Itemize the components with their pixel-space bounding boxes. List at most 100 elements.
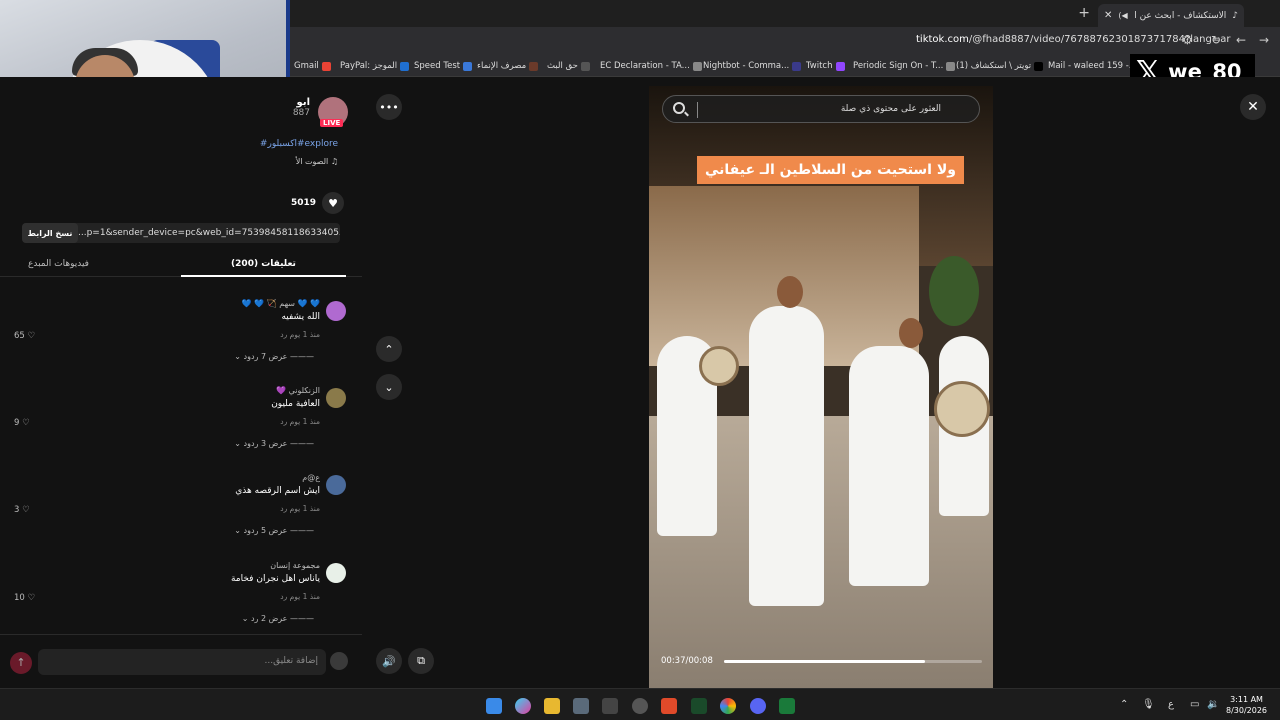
bookmark-item[interactable]: PayPal: الموجز [340, 61, 410, 71]
share-link-row: نسخ الرابط ...p=1&sender_device=pc&web_i… [22, 223, 340, 243]
sound-name: الصوت الأ [295, 157, 329, 166]
close-icon[interactable]: ✕ [1240, 94, 1266, 120]
comment-meta[interactable]: منذ 1 يوم رد [280, 592, 320, 601]
chrome-icon[interactable] [720, 698, 736, 714]
tab-close-icon[interactable]: ✕ [1104, 10, 1112, 21]
comment-meta[interactable]: منذ 1 يوم رد [280, 417, 320, 426]
network-icon[interactable]: ▭ [1190, 699, 1199, 710]
comment-like-count[interactable]: 9 ♡ [14, 418, 30, 428]
my-avatar [330, 652, 348, 670]
panel-tabs: فيديوهات المبدع تعليقات (200) [0, 253, 362, 277]
comment-author[interactable]: 💙 💙 سهم 🏹 💙 💙 [242, 299, 320, 308]
comment-author[interactable]: ع@م [302, 473, 320, 482]
bookmark-item[interactable]: (1) تويتر \ استكشاف [956, 61, 1044, 71]
chevron-down-icon: ⌄ [234, 526, 244, 535]
tab-comments[interactable]: تعليقات (200) [181, 253, 346, 277]
comment-avatar[interactable] [326, 301, 346, 321]
bookmark-label: حق البث [547, 61, 578, 71]
bookmark-favicon-icon [835, 61, 845, 71]
windows-start-icon[interactable] [486, 698, 502, 714]
bookmark-label: Twitch [806, 61, 833, 71]
chevron-down-icon: ⌄ [234, 352, 244, 361]
microphone-icon[interactable]: 🎙 [1142, 699, 1155, 710]
view-replies-link[interactable]: ——— عرض 3 ردود ⌄ [234, 439, 314, 448]
live-badge: LIVE [320, 119, 344, 127]
heart-outline-icon: ♡ [24, 331, 36, 341]
brave-icon[interactable] [661, 698, 677, 714]
store-icon[interactable] [573, 698, 589, 714]
bookmark-item[interactable]: Gmail [294, 61, 331, 71]
copy-link-button[interactable]: نسخ الرابط [22, 223, 78, 243]
bookmark-label: EC Declaration - TA... [600, 61, 690, 71]
reload-icon[interactable]: ↻ [1211, 33, 1221, 47]
hashtag-link[interactable]: #اكسبلور#explore [260, 139, 338, 149]
calculator-icon[interactable] [602, 698, 618, 714]
back-icon[interactable]: ← [1236, 33, 1246, 47]
comment-meta[interactable]: منذ 1 يوم رد [280, 504, 320, 513]
comment-input[interactable]: إضافة تعليق... [38, 649, 326, 675]
creator-name[interactable]: ابو [293, 97, 310, 108]
related-search-box[interactable]: العثور على محتوى ذي صلة [662, 95, 980, 123]
miniplayer-icon[interactable]: ⧉ [408, 648, 434, 674]
comment-composer: ↑ ☺ @ إضافة تعليق... [0, 634, 362, 688]
dancer-head [899, 318, 923, 348]
next-video-icon[interactable]: ⌄ [376, 374, 402, 400]
bookmark-item[interactable]: حق البث [547, 61, 590, 71]
bookmark-item[interactable]: Speed Test [414, 61, 473, 71]
bookmark-favicon-icon [529, 61, 539, 71]
heart-outline-icon: ♡ [19, 505, 30, 515]
comment-author[interactable]: الزنكلوني 💜 [276, 386, 320, 395]
tray-expand-icon[interactable]: ⌃ [1120, 699, 1128, 710]
view-replies-link[interactable]: ——— عرض 7 ردود ⌄ [234, 352, 314, 361]
taskbar: ⌃ 🎙 ع ▭ 🔉 3:11 AM 8/30/2026 [0, 688, 1280, 720]
bookmark-label: PayPal: الموجز [340, 61, 398, 71]
comment-like-count[interactable]: 65 ♡ [14, 331, 35, 341]
discord-icon[interactable] [750, 698, 766, 714]
copilot-icon[interactable] [515, 698, 531, 714]
excel-icon[interactable] [779, 698, 795, 714]
view-replies-link[interactable]: ——— عرض 2 رد ⌄ [242, 614, 314, 623]
previous-video-icon[interactable]: ⌃ [376, 336, 402, 362]
site-settings-icon[interactable]: ⚙ [1182, 33, 1193, 47]
app-icon[interactable] [691, 698, 707, 714]
comment-like-count[interactable]: 3 ♡ [14, 505, 30, 515]
comment-avatar[interactable] [326, 388, 346, 408]
search-icon [673, 102, 685, 114]
more-options-icon[interactable]: ••• [376, 94, 402, 120]
browser-tab[interactable]: ♪ الاستكشاف - ابحث عن الفيديو ◀) ✕ [1098, 4, 1244, 27]
bookmark-favicon-icon [400, 61, 410, 71]
comment-meta[interactable]: منذ 1 يوم رد [280, 330, 320, 339]
bookmark-item[interactable]: Nightbot - Comma... [703, 61, 802, 71]
search-divider [697, 102, 698, 118]
volume-icon[interactable]: 🔊 [376, 648, 402, 674]
clock[interactable]: 3:11 AM 8/30/2026 [1226, 694, 1267, 716]
heart-icon[interactable]: ♥ [322, 192, 344, 214]
comment-avatar[interactable] [326, 563, 346, 583]
obs-icon[interactable] [632, 698, 648, 714]
new-tab-button[interactable]: + [1078, 5, 1090, 21]
comment-author[interactable]: مجموعة إنسان [270, 561, 320, 570]
bookmark-item[interactable]: Periodic Sign On - T... [853, 61, 956, 71]
forward-icon[interactable]: → [1259, 33, 1269, 47]
send-icon[interactable]: ↑ [10, 652, 32, 674]
tab-creator-videos[interactable]: فيديوهات المبدع [28, 259, 89, 269]
drum [699, 346, 739, 386]
bookmark-item[interactable]: Twitch [806, 61, 845, 71]
creator-avatar[interactable]: LIVE [318, 97, 348, 127]
sound-link[interactable]: الصوت الأ ♫ [296, 157, 338, 166]
speaker-icon[interactable]: 🔉 [1207, 699, 1219, 710]
bookmark-favicon-icon [463, 61, 473, 71]
input-language[interactable]: ع [1168, 699, 1174, 710]
bookmark-item[interactable]: مصرف الإنماء [477, 61, 539, 71]
tab-title: الاستكشاف - ابحث عن الفيديو [1134, 10, 1227, 21]
comment-like-count[interactable]: 10 ♡ [14, 593, 35, 603]
url-host: tiktok.com [916, 34, 969, 45]
bookmark-favicon-icon [692, 61, 702, 71]
comment-like-value: 65 [14, 331, 25, 341]
file-explorer-icon[interactable] [544, 698, 560, 714]
comment-avatar[interactable] [326, 475, 346, 495]
bookmark-item[interactable]: EC Declaration - TA... [600, 61, 702, 71]
video-progress-bar[interactable] [724, 660, 982, 663]
dancer-head [777, 276, 803, 308]
view-replies-link[interactable]: ——— عرض 5 ردود ⌄ [234, 526, 314, 535]
